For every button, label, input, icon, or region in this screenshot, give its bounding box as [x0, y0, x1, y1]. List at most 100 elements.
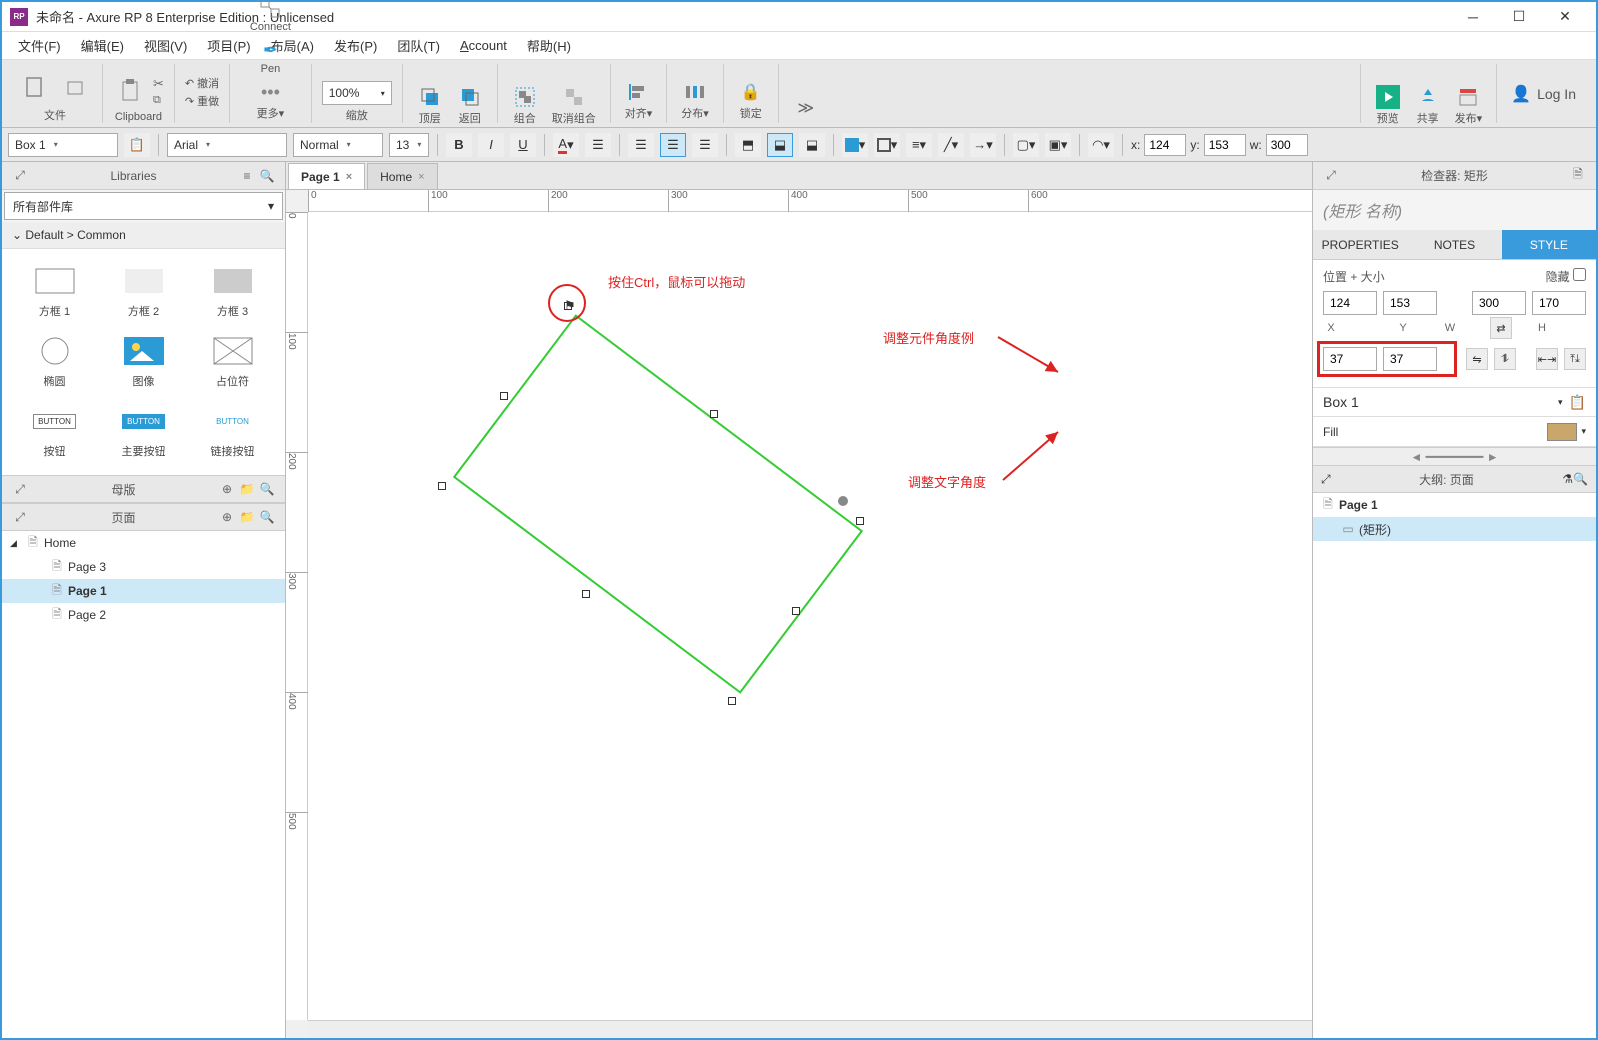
font-weight-select[interactable]: Normal: [293, 133, 383, 157]
menu-view[interactable]: 视图(V): [134, 32, 197, 59]
libraries-menu-icon[interactable]: ≡: [237, 166, 257, 186]
connect-button[interactable]: Connect: [246, 0, 295, 35]
autofit-w-icon[interactable]: ⇤⇥: [1536, 348, 1558, 370]
masters-search-icon[interactable]: 🔍: [257, 479, 277, 499]
resize-handle[interactable]: [792, 607, 800, 615]
inspector-note-icon[interactable]: 🗎: [1568, 166, 1588, 186]
resize-handle[interactable]: [710, 410, 718, 418]
bold-button[interactable]: B: [446, 133, 472, 157]
tree-row-page1[interactable]: 🗎Page 1: [2, 579, 285, 603]
tab-properties[interactable]: PROPERTIES: [1313, 230, 1407, 259]
align-right-button[interactable]: ☰: [692, 133, 718, 157]
hide-checkbox[interactable]: [1573, 268, 1586, 281]
libraries-collapse-icon[interactable]: ⤢: [10, 166, 30, 186]
pos-x-input[interactable]: [1144, 134, 1186, 156]
style-name-row[interactable]: Box 1 ▾📋: [1313, 387, 1596, 417]
masters-add-icon[interactable]: ⊕: [217, 479, 237, 499]
pages-search-icon[interactable]: 🔍: [257, 507, 277, 527]
lock-aspect-icon[interactable]: ⇄: [1490, 317, 1512, 339]
style-hscroll[interactable]: ◄ ━━━━━━━━ ►: [1313, 447, 1596, 465]
tab-page1[interactable]: Page 1×: [288, 163, 365, 189]
menu-edit[interactable]: 编辑(E): [71, 32, 134, 59]
tab-style[interactable]: STYLE: [1502, 230, 1596, 259]
shape-name-input[interactable]: (矩形 名称): [1313, 190, 1596, 230]
send-back-button[interactable]: 返回: [453, 82, 487, 128]
outline-collapse-icon[interactable]: ⤢: [1321, 472, 1331, 487]
align-button[interactable]: 对齐▾: [621, 77, 657, 123]
tab-close-icon[interactable]: ×: [418, 171, 424, 183]
copy-icon[interactable]: ⧉: [153, 94, 164, 107]
library-category[interactable]: ⌄ Default > Common: [2, 222, 285, 249]
group-button[interactable]: 组合: [508, 82, 542, 128]
style-x-input[interactable]: [1323, 291, 1377, 315]
share-button[interactable]: 共享: [1411, 82, 1445, 128]
rotate-handle[interactable]: [838, 496, 848, 506]
align-center-button[interactable]: ☰: [660, 133, 686, 157]
preview-button[interactable]: 预览: [1371, 82, 1405, 128]
inspector-collapse-icon[interactable]: ⤢: [1321, 166, 1341, 186]
pages-add-icon[interactable]: ⊕: [217, 507, 237, 527]
line-style-button[interactable]: ╱▾: [938, 133, 964, 157]
outline-search-icon[interactable]: 🔍: [1573, 472, 1588, 486]
pos-w-input[interactable]: [1266, 134, 1308, 156]
tree-row-home[interactable]: ◢🗎Home: [2, 531, 285, 555]
style-y-input[interactable]: [1383, 291, 1437, 315]
pages-folder-icon[interactable]: 📁: [237, 507, 257, 527]
tree-row-page3[interactable]: 🗎Page 3: [2, 555, 285, 579]
shadow-inner-button[interactable]: ▣▾: [1045, 133, 1071, 157]
widget-ellipse[interactable]: 椭圆: [12, 329, 97, 395]
pages-collapse-icon[interactable]: ⤢: [10, 507, 30, 527]
menu-help[interactable]: 帮助(H): [517, 32, 581, 59]
line-color-button[interactable]: ▾: [874, 133, 900, 157]
ungroup-button[interactable]: 取消组合: [548, 82, 600, 128]
outline-row-page[interactable]: 🗎Page 1: [1313, 493, 1596, 517]
outline-filter-icon[interactable]: ⚗: [1562, 472, 1573, 486]
valign-middle-button[interactable]: ⬓: [767, 133, 793, 157]
undo-button[interactable]: ↶ 撤消: [185, 75, 219, 91]
line-width-button[interactable]: ≡▾: [906, 133, 932, 157]
flip-v-icon[interactable]: ⥮: [1494, 348, 1516, 370]
outline-row-shape[interactable]: ▭(矩形): [1313, 517, 1596, 541]
fill-swatch[interactable]: [1547, 423, 1577, 441]
file-open-icon[interactable]: [58, 72, 92, 102]
bullet-button[interactable]: ☰: [585, 133, 611, 157]
style-w-input[interactable]: [1472, 291, 1526, 315]
bring-front-button[interactable]: 顶层: [413, 82, 447, 128]
style-h-input[interactable]: [1532, 291, 1586, 315]
close-button[interactable]: ✕: [1542, 3, 1588, 31]
menu-account[interactable]: Account: [450, 34, 517, 57]
fill-color-button[interactable]: ▾: [842, 133, 868, 157]
distribute-button[interactable]: 分布▾: [677, 77, 713, 123]
widget-box2[interactable]: 方框 2: [101, 259, 186, 325]
masters-collapse-icon[interactable]: ⤢: [10, 479, 30, 499]
style-manager-icon[interactable]: 📋: [124, 133, 150, 157]
menu-publish[interactable]: 发布(P): [324, 32, 387, 59]
valign-top-button[interactable]: ⬒: [735, 133, 761, 157]
widget-button[interactable]: BUTTON按钮: [12, 399, 97, 465]
resize-handle[interactable]: [728, 697, 736, 705]
autofit-h-icon[interactable]: ⤒⤓: [1564, 348, 1586, 370]
resize-handle[interactable]: [500, 392, 508, 400]
lock-button[interactable]: 🔒锁定: [734, 77, 768, 123]
canvas-hscrollbar[interactable]: [308, 1020, 1312, 1038]
italic-button[interactable]: I: [478, 133, 504, 157]
corner-radius-button[interactable]: ◠▾: [1088, 133, 1114, 157]
menu-team[interactable]: 团队(T): [387, 32, 450, 59]
menu-file[interactable]: 文件(F): [8, 32, 71, 59]
tab-home[interactable]: Home×: [367, 163, 437, 189]
redo-button[interactable]: ↷ 重做: [185, 93, 219, 109]
widget-image[interactable]: 图像: [101, 329, 186, 395]
canvas[interactable]: ⚑ 按住Ctrl，鼠标可以拖动 调整元件角度例 调整文字角度: [308, 212, 1312, 1020]
masters-folder-icon[interactable]: 📁: [237, 479, 257, 499]
align-left-button[interactable]: ☰: [628, 133, 654, 157]
valign-bottom-button[interactable]: ⬓: [799, 133, 825, 157]
resize-handle[interactable]: [582, 590, 590, 598]
style-select[interactable]: Box 1: [8, 133, 118, 157]
publish-button[interactable]: 发布▾: [1451, 82, 1487, 128]
paste-icon[interactable]: [113, 76, 147, 106]
more-button[interactable]: •••更多▾: [253, 77, 289, 123]
font-size-select[interactable]: 13: [389, 133, 429, 157]
tab-notes[interactable]: NOTES: [1407, 230, 1501, 259]
resize-handle[interactable]: [856, 517, 864, 525]
zoom-combo[interactable]: 100%▾: [322, 81, 392, 105]
